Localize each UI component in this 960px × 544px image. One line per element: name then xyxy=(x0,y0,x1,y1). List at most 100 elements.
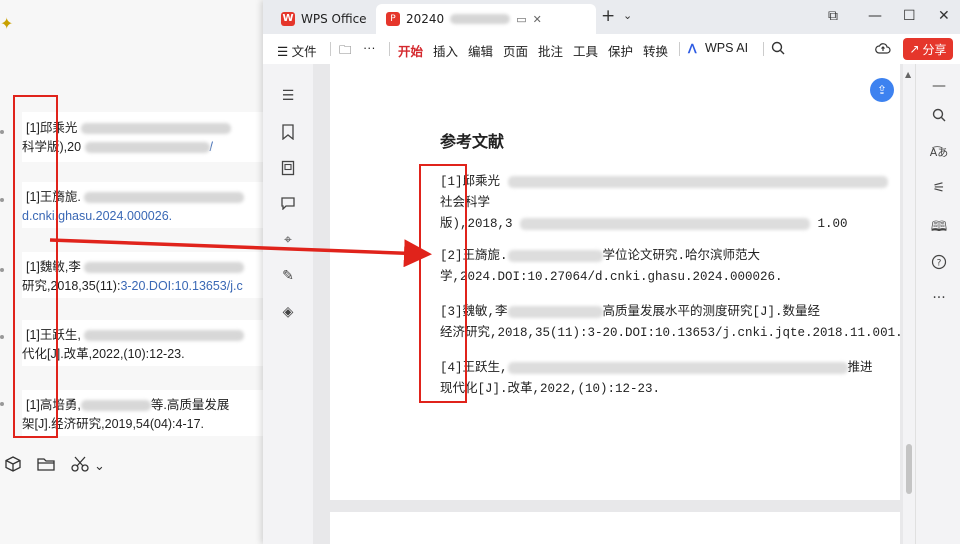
list-bullet xyxy=(0,198,4,202)
redacted-text xyxy=(80,123,231,135)
tab-tools[interactable]: 工具 xyxy=(573,41,598,60)
more-icon[interactable]: ··· xyxy=(363,41,376,55)
attachment-icon[interactable]: ⌖ xyxy=(279,232,297,248)
tab-edit[interactable]: 编辑 xyxy=(468,41,493,60)
ribbon-toolbar: ☰ 文件 🗀 ··· 开始 插入 编辑 页面 批注 工具 保护 转换 ᐱ WPS… xyxy=(263,34,960,66)
svg-text:?: ? xyxy=(937,259,942,269)
translate-icon[interactable]: A͡あ xyxy=(929,144,949,160)
references-title: 参考文献 xyxy=(440,134,505,151)
adjust-icon[interactable]: ⚟ xyxy=(929,180,949,196)
file-menu[interactable]: ☰ 文件 xyxy=(277,41,317,60)
ref-item[interactable]: [1]魏敏,李 研究,2018,35(11):3-20.DOI:10.13653… xyxy=(22,252,263,298)
ref-item[interactable]: [1]高培勇, 等.高质量发展 架[J].经济研究,2019,54(04):4-1… xyxy=(22,390,263,436)
close-window-button[interactable]: ✕ xyxy=(938,8,950,24)
tab-home[interactable]: 开始 xyxy=(398,41,424,66)
vertical-scrollbar[interactable]: ▲ xyxy=(903,64,915,544)
tab-page[interactable]: 页面 xyxy=(503,41,528,60)
outline-icon[interactable]: ☰ xyxy=(279,88,297,104)
comment-icon[interactable] xyxy=(279,196,297,214)
tab-label: WPS Office xyxy=(301,12,367,26)
cube-icon[interactable] xyxy=(4,455,22,477)
layers-icon[interactable]: ◈ xyxy=(279,304,297,320)
cloud-sync-icon[interactable]: ⇪ xyxy=(870,78,894,102)
folder-icon[interactable] xyxy=(36,455,56,477)
entry-line2: 社会科学 xyxy=(440,196,491,210)
star-icon: ✦ xyxy=(0,14,14,33)
bookmark-icon[interactable] xyxy=(279,124,297,144)
annotation-box-target xyxy=(419,164,467,403)
restore-window-icon[interactable]: ⧉ xyxy=(828,8,838,24)
scroll-up-icon[interactable]: ▲ xyxy=(905,70,911,79)
tab-convert[interactable]: 转换 xyxy=(643,41,668,60)
minimize-button[interactable]: — xyxy=(868,8,882,24)
tab-wps-home[interactable]: W WPS Office xyxy=(271,4,371,34)
reading-mode-icon[interactable]: 🕮 xyxy=(929,216,949,240)
share-button[interactable]: ↗ 分享 xyxy=(903,38,953,60)
thumbnail-icon[interactable] xyxy=(279,160,297,180)
redacted-text xyxy=(84,192,245,204)
ref-doi-link[interactable]: 3-20.DOI:10.13653/j.c xyxy=(120,279,242,293)
signature-icon[interactable]: ✎ xyxy=(279,268,297,284)
ref-item[interactable]: [1]邱乘光 科学版),20 / xyxy=(22,112,263,162)
search-icon[interactable] xyxy=(929,108,949,126)
reference-entry: [3]魏敏,李 高质量发展水平的测度研究[J].数量经 经济研究,2018,35(… xyxy=(440,302,900,344)
list-bullet xyxy=(0,335,4,339)
entry-line2: 现代化[J].改革,2022,(10):12-23. xyxy=(440,382,661,396)
cloud-upload-icon[interactable] xyxy=(875,41,891,58)
entry-line1-tail: 高质量发展水平的测度研究[J].数量经 xyxy=(602,305,821,319)
list-bullet xyxy=(0,402,4,406)
screen: ✦ [1]邱乘光 科学版),20 / [1]王旖旎. d.cnki.ghasu.… xyxy=(0,0,960,544)
left-sidebar: ☰ ⌖ ✎ ◈ xyxy=(263,64,313,544)
bottom-toolbar: ⌄ xyxy=(0,455,105,477)
help-icon[interactable]: ? xyxy=(929,254,949,274)
wps-logo-icon: W xyxy=(281,12,295,26)
maximize-button[interactable]: ☐ xyxy=(903,8,916,24)
redacted-text xyxy=(84,330,245,342)
redacted-text xyxy=(507,175,888,188)
tab-insert[interactable]: 插入 xyxy=(433,41,458,60)
tab-document[interactable]: P 20240 ▭ ✕ xyxy=(376,4,596,34)
tab-close-icon[interactable]: ✕ xyxy=(533,13,542,26)
wps-ai-icon[interactable]: ᐱ xyxy=(688,41,697,56)
divider xyxy=(763,42,764,56)
document-canvas: ⇪ 参考文献 [1]邱乘光 社会科学 版),2018,3 1.00 [2]王旖旎… xyxy=(313,64,903,544)
redacted-text xyxy=(84,142,210,154)
scroll-thumb[interactable] xyxy=(906,444,912,494)
ref-line1-tail: 等.高质量发展 xyxy=(150,398,230,412)
tab-label: 20240 xyxy=(406,12,445,26)
ref-line2-tail[interactable]: / xyxy=(210,140,213,154)
list-bullet xyxy=(0,130,4,134)
wps-window: W WPS Office P 20240 ▭ ✕ + ⌄ ⧉ — ☐ ✕ ☰ 文… xyxy=(263,0,960,544)
wps-ai-button[interactable]: WPS AI xyxy=(705,41,748,55)
entry-line1-tail: 学位论文研究.哈尔滨师范大 xyxy=(602,249,761,263)
tab-annotate[interactable]: 批注 xyxy=(538,41,563,60)
tab-dropdown-icon[interactable]: ⌄ xyxy=(623,9,632,22)
divider xyxy=(330,42,331,56)
annotation-box-source xyxy=(13,95,58,438)
right-sidebar: — A͡あ ⚟ 🕮 ? ··· xyxy=(915,64,960,544)
reference-entry: [2]王旖旎. 学位论文研究.哈尔滨师范大 学,2024.DOI:10.27064… xyxy=(440,246,900,288)
pdf-doc-icon: P xyxy=(386,12,400,26)
open-folder-icon[interactable]: 🗀 xyxy=(339,41,352,62)
more-icon[interactable]: ··· xyxy=(929,290,949,306)
reference-entry: [1]邱乘光 社会科学 版),2018,3 1.00 xyxy=(440,172,900,235)
search-icon[interactable] xyxy=(771,41,785,58)
tab-protect[interactable]: 保护 xyxy=(608,41,633,60)
collapse-icon[interactable]: — xyxy=(929,78,949,94)
redacted-text xyxy=(84,262,245,274)
chevron-down-icon[interactable]: ⌄ xyxy=(94,459,105,474)
ref-line2[interactable]: d.cnki.ghasu.2024.000026. xyxy=(22,207,263,226)
ref-line2: 架[J].经济研究,2019,54(04):4-17. xyxy=(22,417,205,431)
new-tab-button[interactable]: + xyxy=(601,6,615,26)
divider xyxy=(389,42,390,56)
entry-line2: 经济研究,2018,35(11):3-20.DOI:10.13653/j.cnk… xyxy=(440,326,900,340)
redacted-text xyxy=(520,217,811,230)
document-page: ⇪ 参考文献 [1]邱乘光 社会科学 版),2018,3 1.00 [2]王旖旎… xyxy=(330,64,900,500)
reference-entry: [4]王跃生, 推进 现代化[J].改革,2022,(10):12-23. xyxy=(440,358,900,400)
list-bullet xyxy=(0,268,4,272)
divider xyxy=(679,42,680,56)
ref-item[interactable]: [1]王跃生, 代化[J].改革,2022,(10):12-23. xyxy=(22,320,263,366)
scissors-icon[interactable] xyxy=(70,455,90,477)
monitor-icon[interactable]: ▭ xyxy=(516,13,526,26)
ref-item[interactable]: [1]王旖旎. d.cnki.ghasu.2024.000026. xyxy=(22,182,263,228)
